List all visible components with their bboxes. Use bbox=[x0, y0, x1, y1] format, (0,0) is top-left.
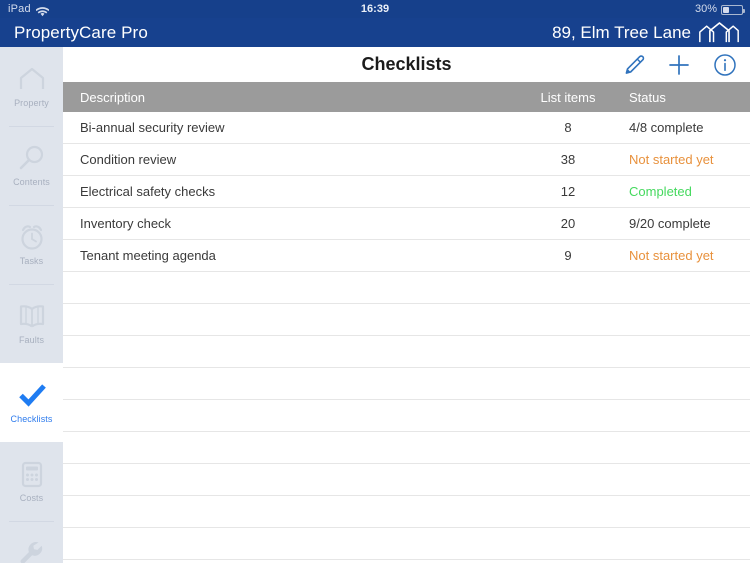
house-icon bbox=[17, 64, 47, 94]
table-row-empty[interactable] bbox=[63, 368, 750, 400]
cell-list-items: 38 bbox=[560, 152, 576, 167]
sidebar-label-tasks: Tasks bbox=[19, 256, 44, 266]
wrench-icon bbox=[17, 538, 47, 563]
table-row-empty[interactable] bbox=[63, 496, 750, 528]
battery-icon bbox=[721, 5, 745, 15]
cell-description: Condition review bbox=[80, 152, 177, 167]
plus-icon bbox=[669, 54, 689, 75]
app-bar: PropertyCare Pro 89, Elm Tree Lane bbox=[0, 18, 750, 47]
sidebar-item-contents[interactable]: Contents bbox=[0, 126, 63, 205]
houses-icon bbox=[698, 21, 740, 44]
edit-button[interactable] bbox=[621, 53, 645, 77]
cell-description: Electrical safety checks bbox=[80, 184, 216, 199]
property-name-label: 89, Elm Tree Lane bbox=[552, 22, 691, 42]
table-body: Bi-annual security review 8 4/8 complete Co… bbox=[63, 112, 750, 560]
table-row-empty[interactable] bbox=[63, 272, 750, 304]
cell-status: 9/20 complete bbox=[629, 216, 711, 231]
cell-status: 4/8 complete bbox=[629, 120, 704, 135]
sidebar-item-faults[interactable]: Faults bbox=[0, 284, 63, 363]
table-row[interactable]: Condition review 38 Not started yet bbox=[63, 144, 750, 176]
info-circle-icon bbox=[714, 53, 736, 76]
ipad-screen: iPad 16:39 30% PropertyCare Pro 89, Elm … bbox=[0, 0, 750, 563]
app-title: PropertyCare Pro bbox=[14, 23, 148, 42]
sidebar-label-faults: Faults bbox=[18, 335, 45, 345]
cell-description: Bi-annual security review bbox=[80, 120, 225, 135]
column-header-list-items: List items bbox=[540, 89, 596, 105]
checklists-table: Description List items Status Bi-annual … bbox=[63, 82, 750, 563]
add-button[interactable] bbox=[667, 53, 691, 77]
cell-list-items: 8 bbox=[564, 120, 572, 135]
cell-status: Not started yet bbox=[629, 152, 714, 167]
main-content: Checklists Description List items Status… bbox=[63, 47, 750, 563]
sidebar-label-checklists: Checklists bbox=[10, 414, 53, 424]
calculator-icon bbox=[17, 459, 47, 489]
open-book-icon bbox=[17, 301, 47, 331]
table-row-empty[interactable] bbox=[63, 464, 750, 496]
cell-status: Not started yet bbox=[629, 248, 714, 263]
sidebar-item-setup-tasks[interactable]: Set-up tasks bbox=[0, 521, 63, 563]
cell-description: Tenant meeting agenda bbox=[80, 248, 216, 263]
app-bar-property[interactable]: 89, Elm Tree Lane bbox=[552, 18, 740, 47]
column-header-description: Description bbox=[80, 89, 146, 105]
table-row-empty[interactable] bbox=[63, 400, 750, 432]
sidebar-label-contents: Contents bbox=[13, 177, 50, 187]
cell-status: Completed bbox=[629, 184, 692, 199]
cell-list-items: 9 bbox=[564, 248, 572, 263]
table-row[interactable]: Tenant meeting agenda 9 Not started yet bbox=[63, 240, 750, 272]
table-row[interactable]: Bi-annual security review 8 4/8 complete bbox=[63, 112, 750, 144]
checkmark-icon bbox=[17, 380, 47, 410]
table-row-empty[interactable] bbox=[63, 304, 750, 336]
sidebar-item-tasks[interactable]: Tasks bbox=[0, 205, 63, 284]
cell-list-items: 20 bbox=[560, 216, 576, 231]
column-header-status: Status bbox=[629, 89, 666, 105]
content-toolbar: Checklists bbox=[63, 47, 750, 82]
battery-percent-label: 30% bbox=[694, 3, 717, 15]
sidebar-label-property: Property bbox=[14, 98, 49, 108]
table-row-empty[interactable] bbox=[63, 528, 750, 560]
pencil-icon bbox=[625, 54, 645, 74]
alarm-clock-icon bbox=[17, 222, 47, 252]
table-row[interactable]: Inventory check 20 9/20 complete bbox=[63, 208, 750, 240]
table-row-empty[interactable] bbox=[63, 336, 750, 368]
status-bar-right: 30% bbox=[694, 0, 745, 18]
table-header-row: Description List items Status bbox=[63, 82, 750, 112]
magnifier-icon bbox=[17, 143, 47, 173]
sidebar-label-costs: Costs bbox=[19, 493, 44, 503]
status-bar-time: 16:39 bbox=[360, 3, 390, 15]
cell-list-items: 12 bbox=[560, 184, 576, 199]
table-row[interactable]: Electrical safety checks 12 Completed bbox=[63, 176, 750, 208]
sidebar-item-costs[interactable]: Costs bbox=[0, 442, 63, 521]
toolbar-actions bbox=[621, 47, 737, 82]
sidebar-item-property[interactable]: Property bbox=[0, 47, 63, 126]
sidebar-item-checklists[interactable]: Checklists bbox=[0, 363, 63, 442]
cell-description: Inventory check bbox=[80, 216, 172, 231]
info-button[interactable] bbox=[713, 53, 737, 77]
table-row-empty[interactable] bbox=[63, 432, 750, 464]
ios-status-bar: iPad 16:39 30% bbox=[0, 0, 750, 18]
left-sidebar: Property Contents Tasks Faults Checklist… bbox=[0, 47, 63, 563]
